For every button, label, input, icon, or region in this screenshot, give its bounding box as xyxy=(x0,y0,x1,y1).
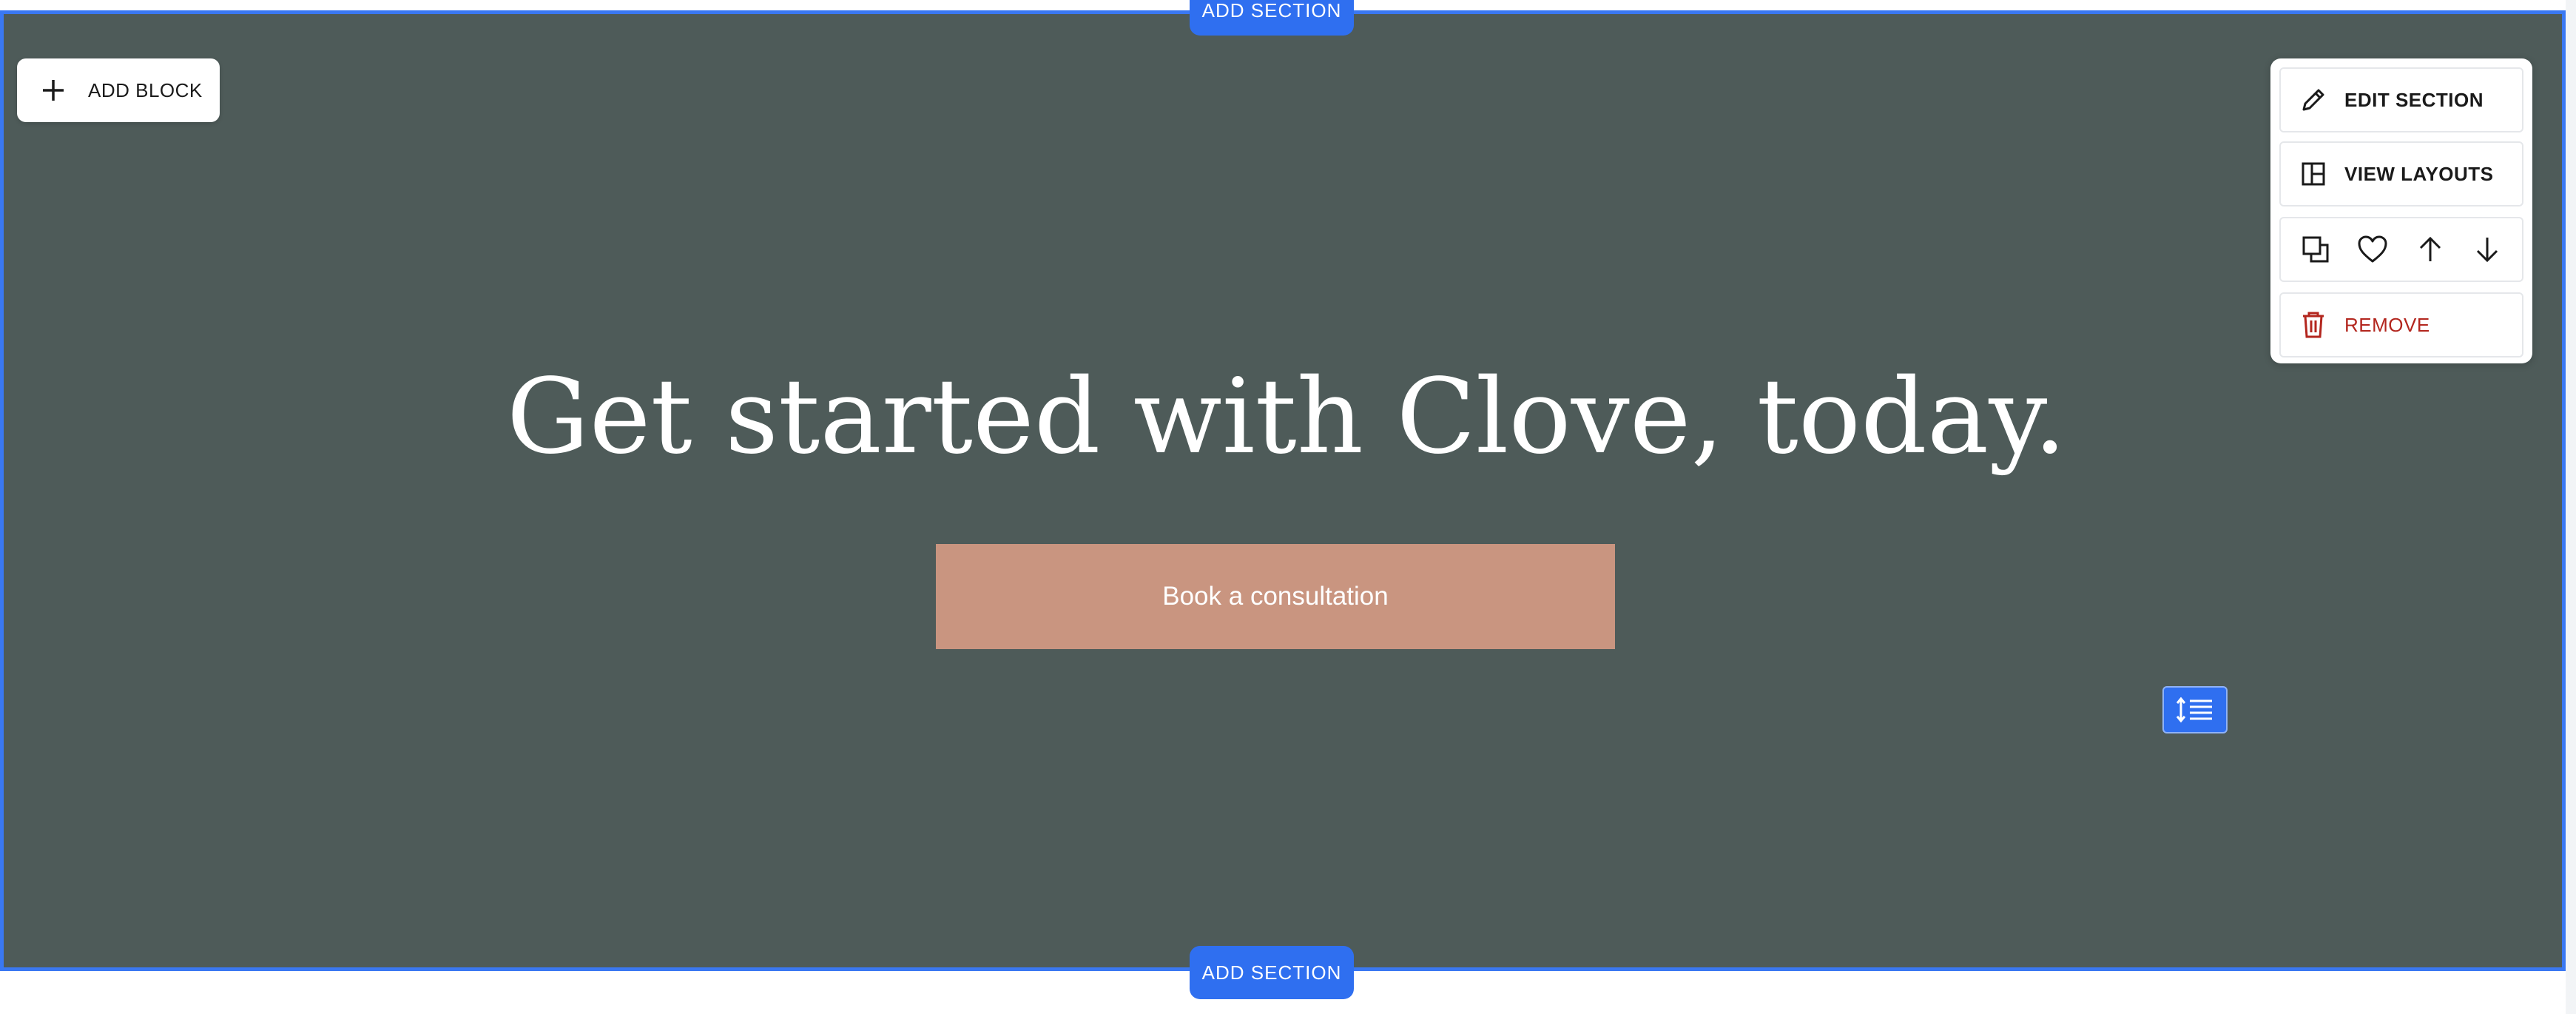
add-block-label: ADD BLOCK xyxy=(88,78,203,101)
add-block-button[interactable]: ADD BLOCK xyxy=(17,58,220,122)
section-quick-actions xyxy=(2279,217,2523,282)
view-layouts-button[interactable]: VIEW LAYOUTS xyxy=(2279,141,2523,207)
scrollbar-track[interactable] xyxy=(2566,0,2576,1014)
add-section-bottom-button[interactable]: ADD SECTION xyxy=(1190,946,1354,999)
edit-section-label: EDIT SECTION xyxy=(2344,88,2484,111)
arrow-up-icon[interactable] xyxy=(2408,227,2452,272)
pencil-icon xyxy=(2299,85,2328,115)
plus-icon xyxy=(39,76,67,104)
selected-section[interactable]: ADD BLOCK Get started with Clove, today.… xyxy=(0,10,2566,971)
remove-label: REMOVE xyxy=(2344,313,2430,336)
edit-section-button[interactable]: EDIT SECTION xyxy=(2279,67,2523,132)
layout-icon xyxy=(2299,159,2328,189)
editor-canvas: ADD BLOCK Get started with Clove, today.… xyxy=(0,0,2576,1014)
book-consultation-button[interactable]: Book a consultation xyxy=(936,544,1615,649)
duplicate-icon[interactable] xyxy=(2293,227,2338,272)
section-spacing-handle[interactable] xyxy=(2162,686,2228,733)
view-layouts-label: VIEW LAYOUTS xyxy=(2344,162,2494,185)
section-headline[interactable]: Get started with Clove, today. xyxy=(4,355,2569,480)
remove-section-button[interactable]: REMOVE xyxy=(2279,292,2523,357)
heart-icon[interactable] xyxy=(2350,227,2395,272)
trash-icon xyxy=(2299,310,2328,340)
section-actions-panel: EDIT SECTION VIEW LAYOUTS REMOVE xyxy=(2270,58,2532,363)
add-section-top-button[interactable]: ADD SECTION xyxy=(1190,0,1354,36)
arrow-down-icon[interactable] xyxy=(2465,227,2509,272)
spacing-icon xyxy=(2176,696,2212,723)
